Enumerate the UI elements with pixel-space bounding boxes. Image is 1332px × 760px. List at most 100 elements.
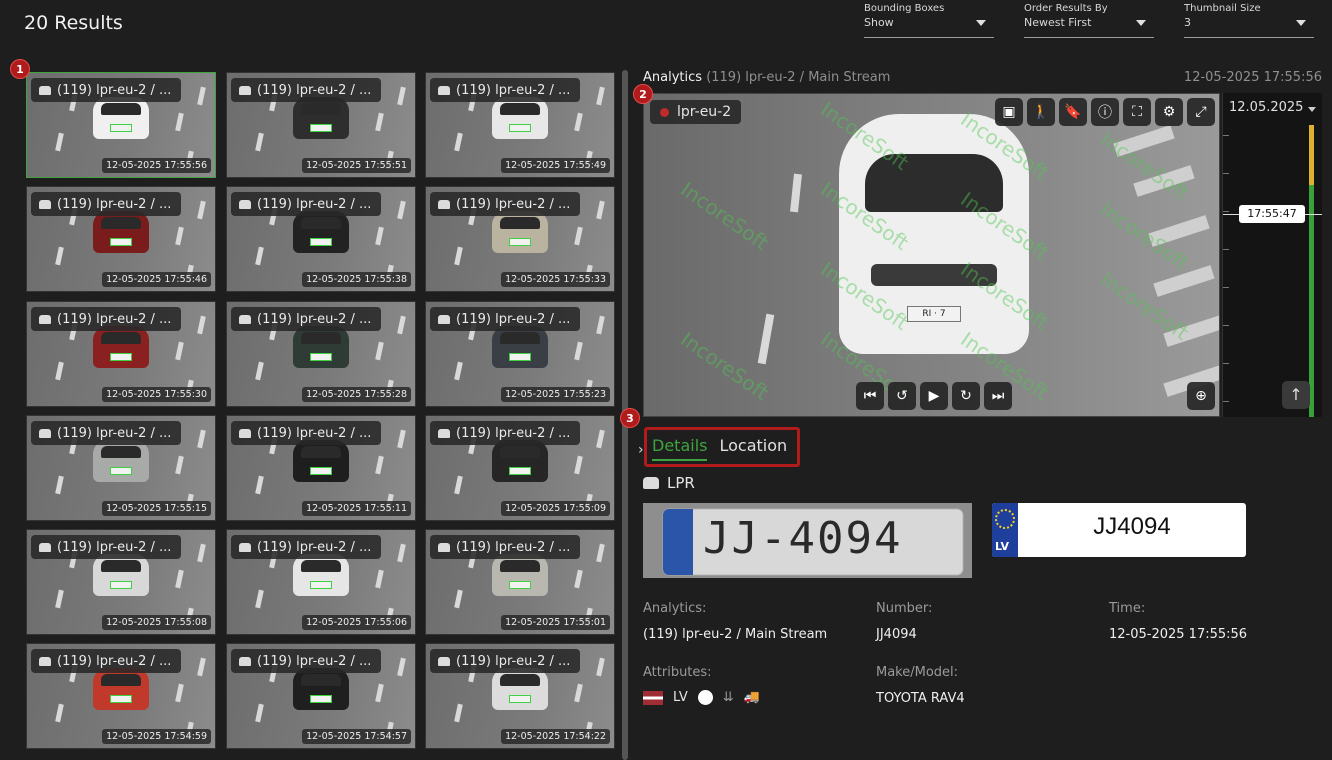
thumbnail-label-text: (119) lpr-eu-2 / ... [57,82,172,98]
result-thumbnail[interactable]: (119) lpr-eu-2 / ... 12-05-2025 17:55:09 [425,415,615,521]
car-icon [438,428,450,438]
chevron-down-icon [1136,20,1146,26]
thumbnail-car [93,326,149,368]
thumbnail-timestamp: 12-05-2025 17:55:08 [102,615,211,630]
lpr-section-title: LPR [643,474,695,492]
thumbnail-label: (119) lpr-eu-2 / ... [430,307,581,331]
thumbnail-car [293,211,349,253]
zoom-in-icon[interactable]: ⊕ [1187,382,1215,410]
result-thumbnail[interactable]: (119) lpr-eu-2 / ... 12-05-2025 17:55:38 [226,186,416,292]
thumbnail-car [492,668,548,710]
car-icon [39,656,51,666]
annotation-badge-1: 1 [10,59,30,79]
car-icon [438,542,450,552]
settings-icon[interactable]: ⚙ [1155,98,1183,126]
thumbnail-label: (119) lpr-eu-2 / ... [31,421,182,445]
fullscreen-icon[interactable]: ⤢ [1187,98,1215,126]
thumbnail-label-text: (119) lpr-eu-2 / ... [456,311,571,327]
car-icon [39,542,51,552]
attributes-list: LV ⇊ 🚚 [643,690,760,705]
result-thumbnail[interactable]: (119) lpr-eu-2 / ... 12-05-2025 17:55:23 [425,301,615,407]
thumbnail-label: (119) lpr-eu-2 / ... [231,421,382,445]
chevron-down-icon[interactable] [1308,107,1316,112]
thumbnail-timestamp: 12-05-2025 17:55:28 [302,387,411,402]
thumbnail-timestamp: 12-05-2025 17:54:59 [102,729,211,744]
plate-graphic: LV JJ4094 [992,503,1246,557]
result-thumbnail[interactable]: (119) lpr-eu-2 / ... 12-05-2025 17:55:56 [26,72,216,178]
tab-location[interactable]: Location [719,436,787,461]
timeline-current-time: 17:55:47 [1239,205,1305,223]
result-thumbnail[interactable]: (119) lpr-eu-2 / ... 12-05-2025 17:55:33 [425,186,615,292]
eu-stars-icon [995,509,1015,529]
timeline[interactable]: 12.05.2025 17:55:47 ↑ [1222,93,1322,417]
detail-tabs: › Details Location [630,420,1320,470]
result-thumbnail[interactable]: (119) lpr-eu-2 / ... 12-05-2025 17:55:06 [226,529,416,635]
make-model-label: Make/Model: [876,665,959,680]
make-model-value: TOYOTA RAV4 [876,691,965,706]
result-thumbnail[interactable]: (119) lpr-eu-2 / ... 12-05-2025 17:54:57 [226,643,416,749]
video-toolbar: ▣ 🚶 🔖 ⓘ ⛶ ⚙ ⤢ [995,98,1215,126]
car-icon [239,85,251,95]
arrow-up-icon[interactable]: ↑ [1282,381,1310,409]
bookmark-icon[interactable]: 🔖 [1059,98,1087,126]
thumbnail-label: (119) lpr-eu-2 / ... [231,535,382,559]
order-results-value: Newest First [1024,16,1092,29]
timeline-date[interactable]: 12.05.2025 [1229,100,1303,115]
thumbnail-car [93,554,149,596]
car-icon [239,314,251,324]
thumbnail-timestamp: 12-05-2025 17:55:01 [501,615,610,630]
plate-crop-image: JJ-4094 [643,503,972,578]
thumbnail-timestamp: 12-05-2025 17:55:33 [501,272,610,287]
result-thumbnail[interactable]: (119) lpr-eu-2 / ... 12-05-2025 17:54:22 [425,643,615,749]
result-thumbnail[interactable]: (119) lpr-eu-2 / ... 12-05-2025 17:55:30 [26,301,216,407]
rewind-10-icon[interactable]: ↺ [888,382,916,410]
timeline-event-bar[interactable] [1309,125,1314,185]
thumbnail-timestamp: 12-05-2025 17:55:15 [102,501,211,516]
timeline-recording-bar[interactable] [1309,185,1314,417]
number-value: JJ4094 [876,627,917,642]
play-icon[interactable]: ▶ [920,382,948,410]
car-icon [438,85,450,95]
result-thumbnail[interactable]: (119) lpr-eu-2 / ... 12-05-2025 17:55:28 [226,301,416,407]
bounding-boxes-select[interactable]: Bounding Boxes Show [864,2,994,38]
thumbnail-label: (119) lpr-eu-2 / ... [430,78,581,102]
car-icon [39,85,51,95]
thumbnail-label: (119) lpr-eu-2 / ... [31,649,182,673]
result-thumbnail[interactable]: (119) lpr-eu-2 / ... 12-05-2025 17:55:08 [26,529,216,635]
thumbnail-label: (119) lpr-eu-2 / ... [31,535,182,559]
thumbnail-label: (119) lpr-eu-2 / ... [430,649,581,673]
chevron-right-icon[interactable]: › [638,442,644,458]
car-icon [438,656,450,666]
skip-end-icon[interactable]: ⏭ [984,382,1012,410]
eu-band: LV [992,503,1018,557]
walking-person-icon[interactable]: 🚶 [1027,98,1055,126]
result-thumbnail[interactable]: (119) lpr-eu-2 / ... 12-05-2025 17:54:59 [26,643,216,749]
result-thumbnail[interactable]: (119) lpr-eu-2 / ... 12-05-2025 17:55:49 [425,72,615,178]
result-thumbnail[interactable]: (119) lpr-eu-2 / ... 12-05-2025 17:55:51 [226,72,416,178]
thumbnail-car [492,97,548,139]
tab-details[interactable]: Details [652,436,708,461]
result-thumbnail[interactable]: (119) lpr-eu-2 / ... 12-05-2025 17:55:46 [26,186,216,292]
thumbnail-label: (119) lpr-eu-2 / ... [430,192,581,216]
skip-start-icon[interactable]: ⏮ [856,382,884,410]
playback-controls: ⏮ ↺ ▶ ↻ ⏭ [856,382,1012,410]
thumbnail-car [492,554,548,596]
result-thumbnail[interactable]: (119) lpr-eu-2 / ... 12-05-2025 17:55:01 [425,529,615,635]
forward-10-icon[interactable]: ↻ [952,382,980,410]
thumbnail-timestamp: 12-05-2025 17:54:22 [501,729,610,744]
info-icon[interactable]: ⓘ [1091,98,1119,126]
thumbnail-car [492,211,548,253]
fit-screen-icon[interactable]: ⛶ [1123,98,1151,126]
thumbnail-label: (119) lpr-eu-2 / ... [31,78,182,102]
thumbnail-timestamp: 12-05-2025 17:55:49 [501,158,610,173]
result-thumbnail[interactable]: (119) lpr-eu-2 / ... 12-05-2025 17:55:11 [226,415,416,521]
order-results-select[interactable]: Order Results By Newest First [1024,2,1154,38]
plate-number: JJ4094 [1093,513,1171,540]
analytics-stream: (119) lpr-eu-2 / Main Stream [706,70,891,85]
video-player[interactable]: RI · 7 IncoreSoft IncoreSoft IncoreSoft … [643,93,1220,417]
result-thumbnail[interactable]: (119) lpr-eu-2 / ... 12-05-2025 17:55:15 [26,415,216,521]
person-card-icon[interactable]: ▣ [995,98,1023,126]
car-icon [643,477,659,489]
thumbnail-timestamp: 12-05-2025 17:55:30 [102,387,211,402]
thumbnail-size-select[interactable]: Thumbnail Size 3 [1184,2,1314,38]
